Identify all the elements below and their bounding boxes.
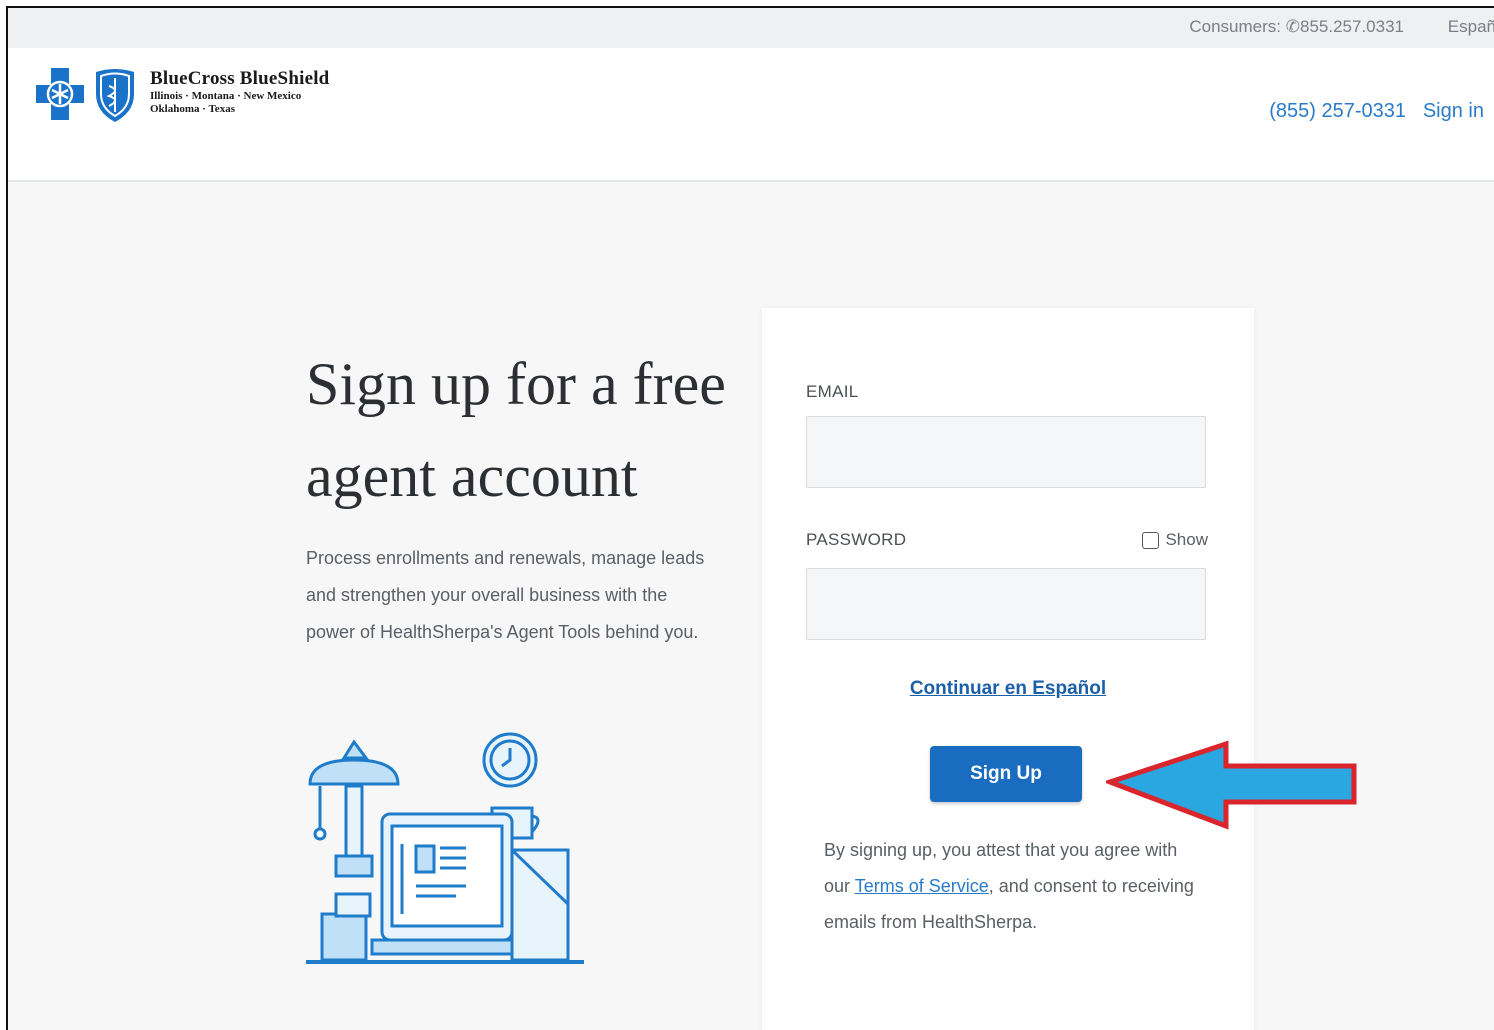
bcbs-logo[interactable]: BlueCross BlueShield Illinois · Montana … [34,66,329,124]
brand-states-line-2: Oklahoma · Texas [150,103,235,115]
bluecross-logo-icon [36,68,84,120]
signup-button[interactable]: Sign Up [930,746,1082,802]
signin-link[interactable]: Sign in [1423,100,1484,123]
logo-wordmark: BlueCross BlueShield Illinois · Montana … [150,68,329,116]
page-title-line-1: Sign up for a free [306,351,726,417]
espanol-link[interactable]: Españ [1448,17,1494,37]
consumers-label: Consumers: [1189,17,1282,36]
consumers-phone-link[interactable]: Consumers: ✆855.257.0331 [1189,17,1404,37]
terms-notice: By signing up, you attest that you agree… [824,832,1194,940]
page-description: Process enrollments and renewals, manage… [306,548,705,642]
terms-of-service-link[interactable]: Terms of Service [855,876,989,896]
checkbox-icon[interactable] [1142,531,1160,549]
blueshield-logo-icon [96,69,134,122]
password-input[interactable] [806,568,1206,640]
show-password-label: Show [1165,530,1208,549]
show-password-toggle[interactable]: Show [1142,530,1208,550]
brand-name: BlueCross BlueShield [150,68,330,89]
page-title-line-2: agent account [306,443,638,509]
annotation-arrow-icon [1106,740,1357,830]
page-frame: Consumers: ✆855.257.0331 Españ BlueCross… [6,6,1494,1030]
utility-bar: Consumers: ✆855.257.0331 Españ [8,8,1494,48]
desk-illustration-icon [306,732,584,964]
email-label: EMAIL [806,382,859,401]
signup-card: EMAIL PASSWORD Show Continuar en Español… [762,308,1254,1030]
email-input[interactable] [806,416,1206,488]
consumers-phone: 855.257.0331 [1300,17,1404,36]
password-label: PASSWORD [806,530,907,549]
header-phone-link[interactable]: (855) 257-0331 [1269,100,1406,123]
brand-states-line-1: Illinois · Montana · New Mexico [150,90,302,102]
phone-icon: ✆ [1285,17,1300,36]
site-header: BlueCross BlueShield Illinois · Montana … [8,48,1494,182]
continue-spanish-link[interactable]: Continuar en Español [762,678,1254,700]
page-title: Sign up for a free agent account [306,338,726,522]
